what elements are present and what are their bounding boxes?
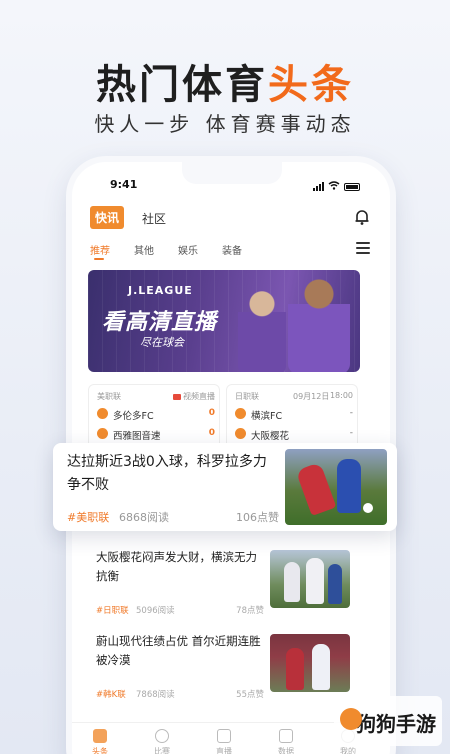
article-meta: #韩K联 7868阅读 55点赞 <box>96 688 264 700</box>
tab-flash-news[interactable]: 快讯 <box>90 206 125 229</box>
headlines-icon <box>93 729 107 743</box>
nav-matches[interactable]: 比赛 <box>142 729 182 754</box>
subtab-other[interactable]: 其他 <box>134 242 154 257</box>
site-watermark: 狗狗手游 <box>334 696 442 746</box>
nav-headlines[interactable]: 头条 <box>80 729 120 754</box>
featured-article-likes: 106点赞 <box>236 511 279 524</box>
league-name: 日职联 <box>235 392 259 401</box>
subtab-recommend[interactable]: 推荐 <box>90 242 110 257</box>
team-score: 0 <box>208 428 215 438</box>
article-likes: 78点赞 <box>236 606 264 616</box>
featured-article-title: 达拉斯近3战0入球，科罗拉多力争不败 <box>67 454 267 493</box>
live-icon <box>217 729 231 743</box>
team-logo-icon <box>235 428 246 439</box>
battery-icon <box>344 182 360 191</box>
signal-icon <box>313 182 324 191</box>
banner-player-image <box>288 274 350 372</box>
article-reads: 5096阅读 <box>136 606 175 616</box>
team-row: 西雅图音速 0 <box>97 427 215 442</box>
active-tab-indicator <box>94 258 104 260</box>
score-card-header: 日职联 09月12日 18:00 <box>235 391 353 402</box>
ball-icon <box>363 503 373 513</box>
banner-logo: J.LEAGUE <box>128 284 193 297</box>
team-logo-icon <box>97 428 108 439</box>
status-icons <box>313 180 360 193</box>
team-name: 大阪樱花 <box>251 431 290 442</box>
team-name: 西雅图音速 <box>113 431 161 442</box>
promo-subline: 快人一步 体育赛事动态 <box>94 112 356 136</box>
article-item[interactable]: 大阪樱花闷声发大财，横滨无力抗衡 #日职联 5096阅读 78点赞 <box>88 544 360 628</box>
team-logo-icon <box>235 408 246 419</box>
bell-icon[interactable] <box>354 208 370 226</box>
promo-headline: 热门体育头条 <box>0 52 450 110</box>
watermark-logo-icon <box>340 708 362 730</box>
subtab-equipment[interactable]: 装备 <box>222 242 242 257</box>
nav-data[interactable]: 数据 <box>266 729 306 754</box>
status-bar: 9:41 <box>72 178 390 194</box>
live-status: 视频直播 <box>173 391 215 402</box>
subtab-entertainment[interactable]: 娱乐 <box>178 242 198 257</box>
sub-tabs: 推荐 其他 娱乐 装备 <box>90 242 372 262</box>
league-name: 美职联 <box>97 392 121 401</box>
video-live-icon <box>173 393 181 400</box>
menu-icon[interactable] <box>356 242 370 254</box>
match-date: 09月12日 <box>293 392 330 401</box>
featured-article-tag[interactable]: #美职联 <box>67 511 109 524</box>
article-item[interactable]: 蔚山现代往绩占优 首尔近期连胜被冷漠 #韩K联 7868阅读 55点赞 <box>88 628 360 712</box>
article-tag[interactable]: #日职联 <box>96 606 129 616</box>
article-meta: #日职联 5096阅读 78点赞 <box>96 604 264 616</box>
article-reads: 7868阅读 <box>136 690 175 700</box>
featured-article-reads: 6868阅读 <box>119 511 169 524</box>
player-figure <box>295 462 337 516</box>
tab-community[interactable]: 社区 <box>142 210 166 227</box>
article-thumbnail <box>270 634 350 692</box>
score-card[interactable]: 美职联 视频直播 多伦多FC 0 西雅图音速 0 <box>88 384 220 450</box>
team-score: - <box>349 428 353 438</box>
featured-article-meta: #美职联 6868阅读 106点赞 <box>67 509 279 525</box>
team-row: 多伦多FC 0 <box>97 407 215 422</box>
team-logo-icon <box>97 408 108 419</box>
wifi-icon <box>328 180 340 193</box>
score-card-header: 美职联 视频直播 <box>97 391 215 402</box>
banner-subtitle: 尽在球会 <box>140 336 184 349</box>
score-card[interactable]: 日职联 09月12日 18:00 横滨FC - 大阪樱花 - <box>226 384 358 450</box>
headline-accent: 头条 <box>268 62 354 108</box>
team-name: 横滨FC <box>251 411 283 422</box>
article-thumbnail <box>270 550 350 608</box>
article-title: 大阪樱花闷声发大财，横滨无力抗衡 <box>96 550 257 583</box>
team-row: 横滨FC - <box>235 407 353 422</box>
nav-live[interactable]: 直播 <box>204 729 244 754</box>
team-score: - <box>349 408 353 418</box>
headline-main: 热门体育 <box>96 62 268 108</box>
article-title: 蔚山现代往绩占优 首尔近期连胜被冷漠 <box>96 634 261 667</box>
banner-player-image <box>238 284 286 372</box>
article-tag[interactable]: #韩K联 <box>96 690 126 700</box>
team-name: 多伦多FC <box>113 411 154 422</box>
team-row: 大阪樱花 - <box>235 427 353 442</box>
team-score: 0 <box>208 408 215 418</box>
featured-article-card[interactable]: 达拉斯近3战0入球，科罗拉多力争不败 #美职联 6868阅读 106点赞 <box>53 443 397 531</box>
top-nav: 快讯 社区 <box>90 206 372 230</box>
match-time: 18:00 <box>329 391 353 400</box>
matches-icon <box>155 729 169 743</box>
player-figure <box>337 459 361 513</box>
live-banner[interactable]: J.LEAGUE 看高清直播 尽在球会 <box>88 270 360 372</box>
banner-title: 看高清直播 <box>102 310 218 335</box>
status-time: 9:41 <box>110 178 138 191</box>
article-likes: 55点赞 <box>236 690 264 700</box>
data-icon <box>279 729 293 743</box>
featured-article-image <box>285 449 387 525</box>
